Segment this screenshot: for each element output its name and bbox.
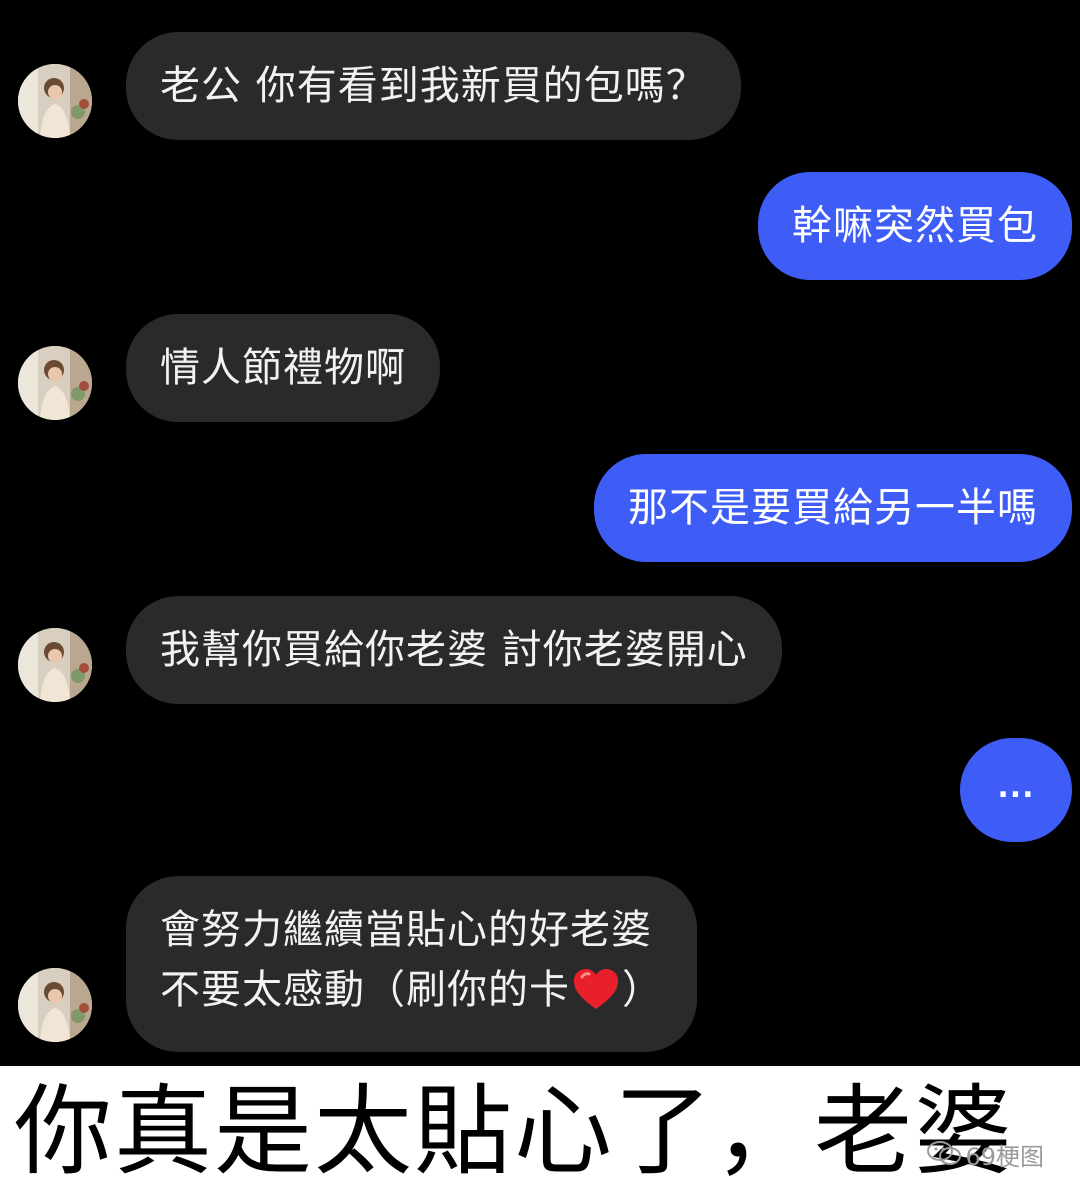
message-text: 幹嘛突然買包 [792,203,1038,249]
avatar[interactable] [18,64,92,138]
red-heart-icon [572,967,620,1028]
message-text-line: 不要太感動（刷你的卡 ） [160,960,663,1028]
watermark: 69梗图 [927,1140,1044,1173]
message-text-segment: ） [622,967,663,1013]
caption-text: 你真是太貼心了，老婆 [14,1075,1015,1189]
message-text-line: 會努力繼續當貼心的好老婆 [160,907,652,953]
message-text: 我幫你買給你老婆 討你老婆開心 [160,627,748,673]
avatar[interactable] [18,628,92,702]
chat-thread: 老公 你有看到我新買的包嗎？ 幹嘛突然買包 情人節禮物啊 那不是要買給另一半嗎 [0,0,1080,1066]
message-bubble-outgoing: 幹嘛突然買包 [758,172,1072,280]
message-bubble-outgoing-ellipsis: ... [960,738,1072,842]
wechat-icon [927,1140,962,1173]
caption-bar: 你真是太貼心了，老婆 [0,1066,1080,1203]
message-bubble-incoming: 情人節禮物啊 [126,314,440,422]
avatar[interactable] [18,968,92,1042]
message-text-segment: 不要太感動（刷你的卡 [160,967,570,1013]
message-text: 情人節禮物啊 [160,345,406,391]
message-text: 那不是要買給另一半嗎 [628,485,1038,531]
message-bubble-outgoing: 那不是要買給另一半嗎 [594,454,1072,562]
watermark-text: 69梗图 [965,1142,1044,1171]
message-text: 老公 你有看到我新買的包嗎？ [160,63,707,109]
avatar[interactable] [18,346,92,420]
message-bubble-incoming: 我幫你買給你老婆 討你老婆開心 [126,596,782,704]
message-bubble-incoming: 會努力繼續當貼心的好老婆 不要太感動（刷你的卡 ） [126,876,697,1052]
message-bubble-incoming: 老公 你有看到我新買的包嗎？ [126,32,741,140]
message-text: ... [997,770,1035,805]
